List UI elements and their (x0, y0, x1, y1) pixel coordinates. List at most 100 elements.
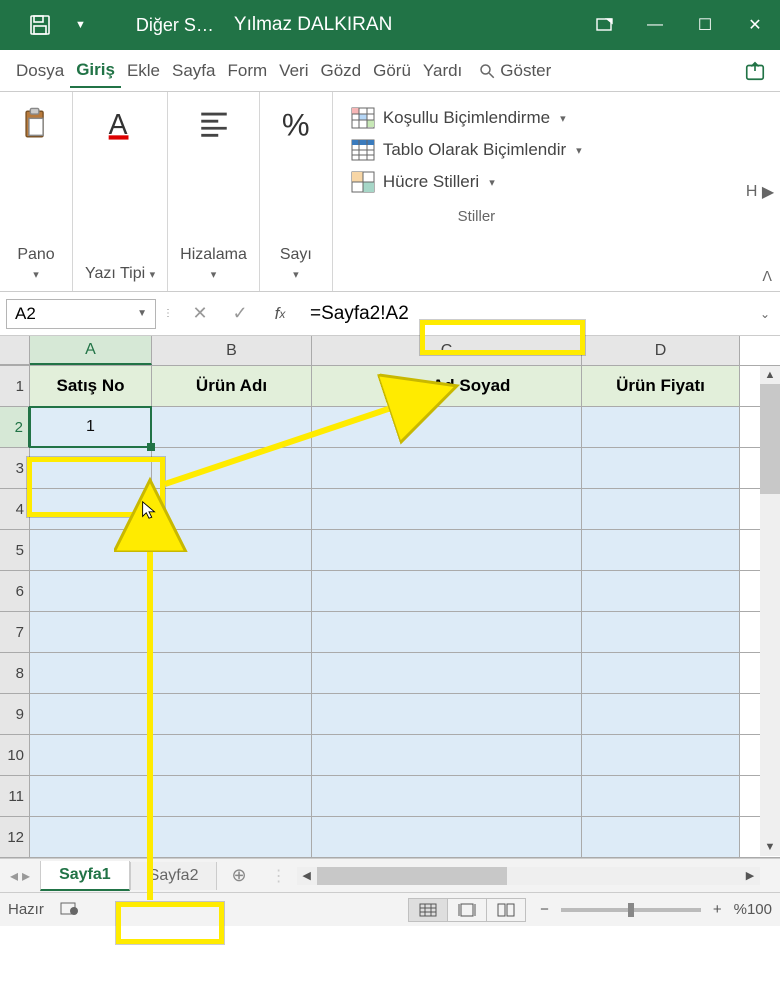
cell-D2[interactable] (582, 407, 740, 447)
zoom-knob[interactable] (628, 903, 634, 917)
vertical-scrollbar[interactable]: ▲ ▼ (760, 366, 780, 856)
cell-A7[interactable] (30, 612, 152, 652)
align-button[interactable] (190, 100, 238, 148)
minimize-button[interactable]: — (630, 0, 680, 50)
cell-D7[interactable] (582, 612, 740, 652)
scroll-down-icon[interactable]: ▼ (760, 838, 780, 856)
row-header-1[interactable]: 1 (0, 366, 30, 407)
cell-D3[interactable] (582, 448, 740, 488)
row-header-2[interactable]: 2 (0, 407, 30, 448)
add-sheet-button[interactable]: ⊕ (217, 865, 260, 886)
number-button[interactable]: % (272, 100, 320, 148)
name-box-dropdown-icon[interactable]: ▼ (137, 308, 147, 319)
fill-handle[interactable] (147, 443, 155, 451)
cell-A8[interactable] (30, 653, 152, 693)
formula-input[interactable]: =Sayfa2!A2 (300, 299, 750, 329)
sheet-tab-sayfa1[interactable]: Sayfa1 (40, 861, 130, 891)
scroll-up-icon[interactable]: ▲ (760, 366, 780, 384)
hscroll-thumb[interactable] (317, 867, 508, 885)
cell-A3[interactable] (30, 448, 152, 488)
tab-form[interactable]: Form (222, 55, 274, 87)
cell-D5[interactable] (582, 530, 740, 570)
cell-area[interactable]: Satış No Ürün Adı Satıcı Ad Soyad Ürün F… (30, 366, 780, 858)
row-header-10[interactable]: 10 (0, 735, 30, 776)
col-header-B[interactable]: B (152, 336, 312, 365)
maximize-button[interactable]: ☐ (680, 0, 730, 50)
row-header-11[interactable]: 11 (0, 776, 30, 817)
normal-view-button[interactable] (408, 898, 448, 922)
cell-C7[interactable] (312, 612, 582, 652)
share-button[interactable] (740, 56, 770, 86)
row-header-7[interactable]: 7 (0, 612, 30, 653)
cell-D9[interactable] (582, 694, 740, 734)
sheet-tab-sayfa2[interactable]: Sayfa2 (130, 862, 218, 890)
save-icon[interactable] (20, 5, 60, 45)
tab-giris[interactable]: Giriş (70, 54, 121, 88)
page-break-view-button[interactable] (486, 898, 526, 922)
cell-B1[interactable]: Ürün Adı (152, 366, 312, 406)
tab-ekle[interactable]: Ekle (121, 55, 166, 87)
cell-C5[interactable] (312, 530, 582, 570)
cell-B5[interactable] (152, 530, 312, 570)
cell-C12[interactable] (312, 817, 582, 857)
cell-B11[interactable] (152, 776, 312, 816)
cell-D12[interactable] (582, 817, 740, 857)
row-header-8[interactable]: 8 (0, 653, 30, 694)
cell-C1[interactable]: Satıcı Ad Soyad (312, 366, 582, 406)
scroll-thumb[interactable] (760, 384, 780, 494)
cell-C9[interactable] (312, 694, 582, 734)
row-header-12[interactable]: 12 (0, 817, 30, 858)
cell-D8[interactable] (582, 653, 740, 693)
cell-styles-button[interactable]: Hücre Stilleri▾ (349, 166, 724, 198)
zoom-percentage[interactable]: %100 (734, 901, 772, 918)
ribbon-overflow[interactable]: H ▶ (740, 92, 780, 291)
tell-me-search[interactable]: Göster (478, 61, 551, 81)
font-button[interactable]: A (96, 100, 144, 148)
col-header-D[interactable]: D (582, 336, 740, 365)
cell-A11[interactable] (30, 776, 152, 816)
cell-C4[interactable] (312, 489, 582, 529)
cell-B10[interactable] (152, 735, 312, 775)
cell-A12[interactable] (30, 817, 152, 857)
cell-B4[interactable] (152, 489, 312, 529)
cell-B12[interactable] (152, 817, 312, 857)
row-header-6[interactable]: 6 (0, 571, 30, 612)
tab-goru[interactable]: Görü (367, 55, 417, 87)
tab-sayfa[interactable]: Sayfa (166, 55, 221, 87)
cell-C2[interactable] (312, 407, 582, 447)
row-header-5[interactable]: 5 (0, 530, 30, 571)
fx-button[interactable]: fx (260, 304, 300, 324)
zoom-out-button[interactable]: − (540, 901, 549, 918)
cell-A2[interactable]: 1 (30, 407, 152, 447)
cell-C3[interactable] (312, 448, 582, 488)
scroll-right-icon[interactable]: ▶ (740, 869, 760, 882)
expand-formula-bar-button[interactable]: ⌄ (760, 307, 780, 321)
row-header-4[interactable]: 4 (0, 489, 30, 530)
cell-D10[interactable] (582, 735, 740, 775)
tab-gozd[interactable]: Gözd (314, 55, 367, 87)
paste-button[interactable] (12, 100, 60, 148)
cell-B9[interactable] (152, 694, 312, 734)
row-header-3[interactable]: 3 (0, 448, 30, 489)
cancel-formula-button[interactable]: ✕ (180, 299, 220, 329)
cell-D1[interactable]: Ürün Fiyatı (582, 366, 740, 406)
cell-C8[interactable] (312, 653, 582, 693)
cell-A9[interactable] (30, 694, 152, 734)
ribbon-display-button[interactable] (580, 0, 630, 50)
cell-B3[interactable] (152, 448, 312, 488)
tab-yardi[interactable]: Yardı (417, 55, 468, 87)
cell-A4[interactable] (30, 489, 152, 529)
name-box[interactable]: A2 ▼ (6, 299, 156, 329)
format-as-table-button[interactable]: Tablo Olarak Biçimlendir▾ (349, 134, 724, 166)
collapse-ribbon-button[interactable]: ᐱ (762, 268, 772, 285)
cell-A1[interactable]: Satış No (30, 366, 152, 406)
cell-D4[interactable] (582, 489, 740, 529)
cell-B2[interactable] (152, 407, 312, 447)
cell-C11[interactable] (312, 776, 582, 816)
cell-D6[interactable] (582, 571, 740, 611)
cell-B7[interactable] (152, 612, 312, 652)
cell-A5[interactable] (30, 530, 152, 570)
tab-dosya[interactable]: Dosya (10, 55, 70, 87)
col-header-A[interactable]: A (30, 336, 152, 365)
scroll-left-icon[interactable]: ◀ (297, 869, 317, 882)
